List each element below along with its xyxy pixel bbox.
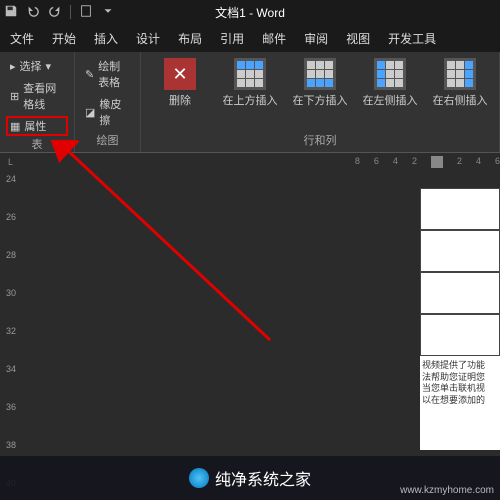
ribbon: ▸ 选择 ▾ ⊞ 查看网格线 ▦ 属性 表 ✎ 绘制表格 ◪ 橡皮擦 <box>0 52 500 153</box>
document-page[interactable]: 视频提供了功能 法帮助您证明您 当您单击联机视 以在想要添加的 <box>420 188 500 450</box>
insert-left-button[interactable]: 在左侧插入 <box>357 56 423 110</box>
table-cell[interactable] <box>420 272 500 314</box>
logo-icon <box>189 468 209 488</box>
ruler-mark: 2 <box>412 156 417 168</box>
ruler-mark: 24 <box>6 174 16 184</box>
watermark-url: www.kzmyhome.com <box>400 485 494 496</box>
ruler-mark: 4 <box>393 156 398 168</box>
ruler-mark <box>431 156 443 168</box>
insert-below-label: 在下方插入 <box>293 92 348 108</box>
ribbon-group-draw: ✎ 绘制表格 ◪ 橡皮擦 绘图 <box>75 52 141 152</box>
ruler-mark: 32 <box>6 326 16 336</box>
ruler-mark: 36 <box>6 402 16 412</box>
insert-above-icon <box>234 58 266 90</box>
insert-right-button[interactable]: 在右侧插入 <box>427 56 493 110</box>
tab-stop-icon: L <box>8 157 13 167</box>
insert-right-icon <box>444 58 476 90</box>
pencil-icon: ✎ <box>85 68 94 81</box>
vertical-ruler[interactable]: 24 26 28 30 32 34 36 38 40 <box>0 170 22 450</box>
text-line: 法帮助您证明您 <box>422 372 498 384</box>
eraser-label: 橡皮擦 <box>99 96 130 128</box>
delete-button[interactable]: ✕ 删除 <box>147 56 213 110</box>
tab-review[interactable]: 审阅 <box>304 30 328 47</box>
delete-label: 删除 <box>169 92 191 108</box>
text-line: 以在想要添加的 <box>422 395 498 407</box>
table-cell[interactable] <box>420 188 500 230</box>
tab-home[interactable]: 开始 <box>52 30 76 47</box>
insert-right-label: 在右侧插入 <box>433 92 488 108</box>
window-title: 文档1 - Word <box>0 4 500 21</box>
insert-below-button[interactable]: 在下方插入 <box>287 56 353 110</box>
eraser-button[interactable]: ◪ 橡皮擦 <box>81 94 134 130</box>
delete-icon: ✕ <box>164 58 196 90</box>
draw-table-button[interactable]: ✎ 绘制表格 <box>81 56 134 92</box>
ruler-mark: 28 <box>6 250 16 260</box>
grid-icon: ⊞ <box>10 90 19 103</box>
tab-mailings[interactable]: 邮件 <box>262 30 286 47</box>
insert-above-label: 在上方插入 <box>223 92 278 108</box>
insert-above-button[interactable]: 在上方插入 <box>217 56 283 110</box>
chevron-down-icon: ▾ <box>46 60 52 73</box>
ruler-mark: 38 <box>6 440 16 450</box>
tab-layout[interactable]: 布局 <box>178 30 202 47</box>
gridlines-button[interactable]: ⊞ 查看网格线 <box>6 78 68 114</box>
paragraph[interactable]: 视频提供了功能 法帮助您证明您 当您单击联机视 以在想要添加的 <box>420 356 500 411</box>
ruler-mark: 34 <box>6 364 16 374</box>
ruler-mark: 2 <box>457 156 462 168</box>
properties-icon: ▦ <box>10 120 20 133</box>
group-label-draw: 绘图 <box>81 132 134 150</box>
ribbon-tabs: 文件 开始 插入 设计 布局 引用 邮件 审阅 视图 开发工具 <box>0 24 500 52</box>
insert-below-icon <box>304 58 336 90</box>
group-label-rowscols: 行和列 <box>147 132 493 150</box>
insert-left-label: 在左侧插入 <box>363 92 418 108</box>
annotation-arrow <box>50 140 350 390</box>
draw-label: 绘制表格 <box>98 58 130 90</box>
properties-button[interactable]: ▦ 属性 <box>6 116 68 136</box>
tab-insert[interactable]: 插入 <box>94 30 118 47</box>
ruler-mark: 8 <box>355 156 360 168</box>
ruler-mark: 6 <box>495 156 500 168</box>
tab-developer[interactable]: 开发工具 <box>388 30 436 47</box>
cursor-icon: ▸ <box>10 60 16 73</box>
gridlines-label: 查看网格线 <box>23 80 64 112</box>
ribbon-group-rowscols: ✕ 删除 在上方插入 在下方插入 在左侧插入 在右侧插入 行和列 <box>141 52 500 152</box>
ruler-mark: 4 <box>476 156 481 168</box>
table-cell[interactable] <box>420 230 500 272</box>
eraser-icon: ◪ <box>85 106 95 119</box>
ruler-mark: 26 <box>6 212 16 222</box>
select-label: 选择 <box>20 58 42 74</box>
ruler-mark: 30 <box>6 288 16 298</box>
table-cell[interactable] <box>420 314 500 356</box>
ruler-mark: 6 <box>374 156 379 168</box>
tab-view[interactable]: 视图 <box>346 30 370 47</box>
text-line: 视频提供了功能 <box>422 360 498 372</box>
horizontal-ruler[interactable]: L 8 6 4 2 2 4 6 <box>0 153 500 171</box>
select-button[interactable]: ▸ 选择 ▾ <box>6 56 68 76</box>
text-line: 当您单击联机视 <box>422 383 498 395</box>
group-label-table: 表 <box>6 136 68 154</box>
properties-label: 属性 <box>24 118 46 134</box>
tab-references[interactable]: 引用 <box>220 30 244 47</box>
tab-design[interactable]: 设计 <box>136 30 160 47</box>
tab-file[interactable]: 文件 <box>10 30 34 47</box>
insert-left-icon <box>374 58 406 90</box>
ribbon-group-table: ▸ 选择 ▾ ⊞ 查看网格线 ▦ 属性 表 <box>0 52 75 152</box>
footer-text: 纯净系统之家 <box>215 466 311 490</box>
